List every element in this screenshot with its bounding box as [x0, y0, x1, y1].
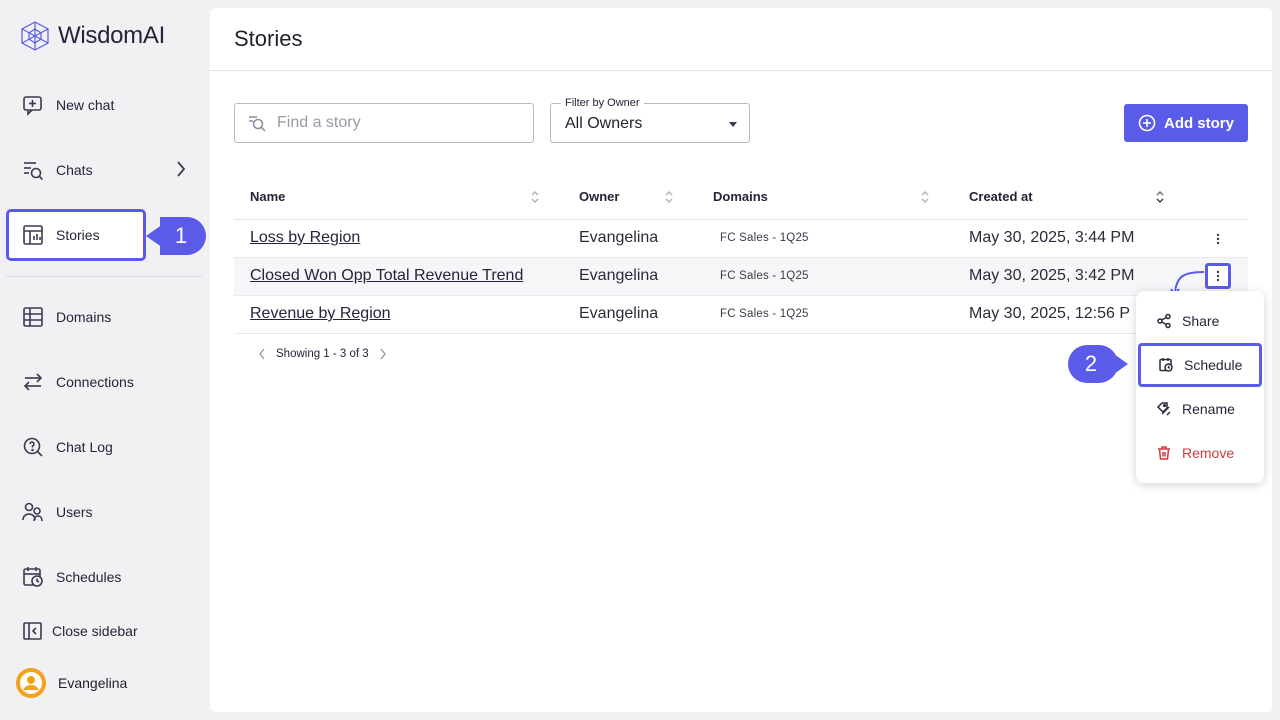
- table-row[interactable]: Closed Won Opp Total Revenue Trend Evang…: [234, 258, 1248, 296]
- close-sidebar-icon: [22, 620, 44, 642]
- column-header-domains[interactable]: Domains: [713, 189, 768, 204]
- sidebar-item-label: Users: [56, 504, 93, 520]
- sort-icon[interactable]: [1155, 189, 1165, 205]
- owner-filter-value: All Owners: [565, 115, 642, 133]
- story-name-link[interactable]: Loss by Region: [250, 229, 360, 247]
- sidebar-item-label: Close sidebar: [52, 623, 138, 639]
- connections-icon: [22, 371, 44, 393]
- stories-table: Name Owner Domains Created at Loss by Re…: [234, 178, 1248, 334]
- owner-filter-select[interactable]: Filter by Owner All Owners: [550, 103, 750, 143]
- app-name: WisdomAI: [58, 22, 165, 50]
- table-row[interactable]: Loss by Region Evangelina FC Sales - 1Q2…: [234, 220, 1248, 258]
- page-title: Stories: [234, 26, 302, 52]
- sidebar-divider: [6, 276, 202, 277]
- chevron-left-icon[interactable]: [258, 348, 266, 360]
- column-header-name[interactable]: Name: [250, 189, 285, 204]
- chat-log-icon: [22, 436, 44, 458]
- pagination: Showing 1 - 3 of 3: [258, 348, 387, 360]
- story-domain: FC Sales - 1Q25: [720, 270, 809, 282]
- sidebar-item-label: Domains: [56, 309, 111, 325]
- story-created-at: May 30, 2025, 3:42 PM: [969, 267, 1134, 285]
- sidebar-item-chat-log[interactable]: Chat Log: [6, 423, 202, 471]
- sort-icon[interactable]: [664, 189, 674, 205]
- trash-icon: [1156, 445, 1172, 461]
- more-options-icon[interactable]: [1208, 229, 1228, 249]
- sidebar-item-label: Schedules: [56, 569, 121, 585]
- chats-icon: [22, 159, 44, 181]
- schedule-icon: [1158, 357, 1174, 373]
- menu-item-schedule[interactable]: Schedule: [1138, 343, 1262, 387]
- menu-item-label: Schedule: [1184, 357, 1242, 373]
- sidebar: WisdomAI New chat Chats Stories 1 Domain…: [0, 0, 210, 720]
- domains-icon: [22, 306, 44, 328]
- rename-icon: [1156, 401, 1172, 417]
- search-icon: [247, 113, 267, 133]
- story-owner: Evangelina: [579, 267, 658, 285]
- stories-icon: [22, 224, 44, 246]
- step-2-number: 2: [1068, 345, 1118, 383]
- plus-circle-icon: [1138, 114, 1156, 132]
- sidebar-item-label: Chat Log: [56, 439, 113, 455]
- share-icon: [1156, 313, 1172, 329]
- sidebar-item-schedules[interactable]: Schedules: [6, 553, 202, 601]
- sidebar-item-domains[interactable]: Domains: [6, 293, 202, 341]
- search-input[interactable]: [277, 114, 517, 132]
- story-created-at: May 30, 2025, 3:44 PM: [969, 229, 1134, 247]
- table-row[interactable]: Revenue by Region Evangelina FC Sales - …: [234, 296, 1248, 334]
- pagination-text: Showing 1 - 3 of 3: [276, 348, 369, 360]
- chevron-right-icon[interactable]: [379, 348, 387, 360]
- search-box[interactable]: [234, 103, 534, 143]
- story-owner: Evangelina: [579, 305, 658, 323]
- sort-icon[interactable]: [530, 189, 540, 205]
- sidebar-item-stories[interactable]: Stories: [6, 209, 146, 261]
- menu-item-remove[interactable]: Remove: [1136, 433, 1264, 473]
- menu-item-share[interactable]: Share: [1136, 301, 1264, 341]
- sidebar-item-users[interactable]: Users: [6, 488, 202, 536]
- sidebar-item-label: Stories: [56, 227, 100, 243]
- wisdomai-logo-icon: [20, 20, 50, 52]
- schedules-icon: [22, 566, 44, 588]
- sidebar-item-close-sidebar[interactable]: Close sidebar: [6, 607, 202, 655]
- column-header-owner[interactable]: Owner: [579, 189, 619, 204]
- menu-item-label: Rename: [1182, 401, 1235, 417]
- add-story-label: Add story: [1164, 115, 1234, 132]
- sidebar-item-new-chat[interactable]: New chat: [6, 81, 202, 129]
- story-domain: FC Sales - 1Q25: [720, 232, 809, 244]
- avatar: [16, 668, 46, 698]
- table-header: Name Owner Domains Created at: [234, 178, 1248, 220]
- step-2-callout: 2: [1074, 345, 1128, 383]
- add-story-button[interactable]: Add story: [1124, 104, 1248, 142]
- column-header-created-at[interactable]: Created at: [969, 189, 1033, 204]
- sidebar-item-label: Chats: [56, 162, 93, 178]
- story-owner: Evangelina: [579, 229, 658, 247]
- header-divider: [210, 70, 1272, 71]
- sort-icon[interactable]: [920, 189, 930, 205]
- logo[interactable]: WisdomAI: [20, 20, 165, 52]
- user-profile[interactable]: Evangelina: [16, 668, 127, 698]
- story-domain: FC Sales - 1Q25: [720, 308, 809, 320]
- owner-filter-label: Filter by Owner: [561, 97, 644, 109]
- chevron-right-icon[interactable]: [176, 160, 186, 181]
- step-1-number: 1: [160, 217, 206, 255]
- menu-item-label: Remove: [1182, 445, 1234, 461]
- sidebar-item-chats[interactable]: Chats: [6, 146, 202, 194]
- sidebar-item-label: Connections: [56, 374, 134, 390]
- menu-item-rename[interactable]: Rename: [1136, 389, 1264, 429]
- story-created-at: May 30, 2025, 12:56 P: [969, 305, 1130, 323]
- menu-item-label: Share: [1182, 313, 1219, 329]
- step-1-callout: 1: [146, 217, 206, 255]
- new-chat-icon: [22, 94, 44, 116]
- story-name-link[interactable]: Closed Won Opp Total Revenue Trend: [250, 267, 523, 285]
- sidebar-item-label: New chat: [56, 97, 114, 113]
- caret-down-icon: [729, 122, 737, 127]
- sidebar-item-connections[interactable]: Connections: [6, 358, 202, 406]
- user-avatar-icon: [19, 671, 43, 695]
- user-name: Evangelina: [58, 675, 127, 691]
- users-icon: [22, 501, 44, 523]
- story-name-link[interactable]: Revenue by Region: [250, 305, 391, 323]
- row-actions-menu: Share Schedule Rename Remove: [1136, 291, 1264, 483]
